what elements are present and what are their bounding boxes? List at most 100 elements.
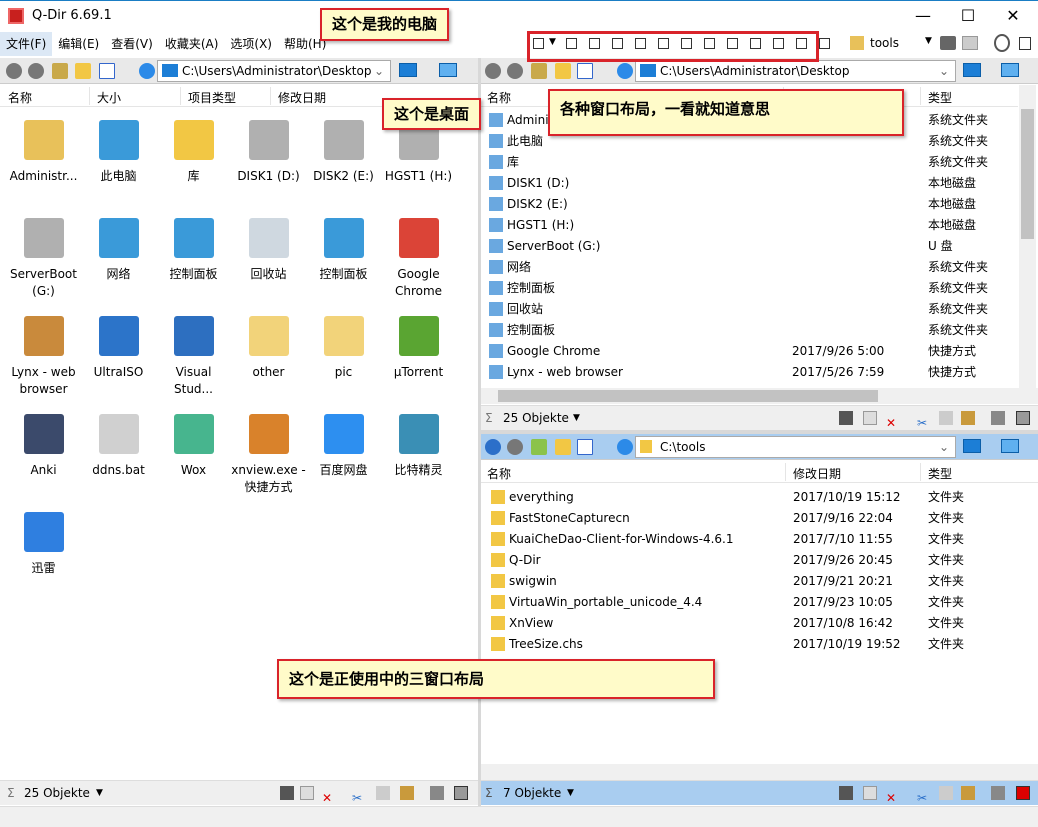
column-separator[interactable]: [89, 87, 90, 105]
object-count[interactable]: 25 Objekte: [24, 781, 90, 805]
forward-icon[interactable]: [507, 63, 523, 79]
print-icon[interactable]: [940, 36, 956, 50]
chevron-down-icon[interactable]: ⌄: [939, 437, 949, 457]
object-count[interactable]: 25 Objekte: [503, 406, 569, 430]
list-row[interactable]: DISK1 (D:) 本地磁盘: [481, 173, 1018, 194]
zoom-icon[interactable]: [994, 34, 1010, 52]
list-row[interactable]: 控制面板 系统文件夹: [481, 278, 1018, 299]
dropdown-icon[interactable]: ▼: [567, 781, 574, 805]
desktop-item[interactable]: pic: [306, 316, 381, 381]
desktop-item[interactable]: UltraISO: [81, 316, 156, 381]
cut-icon[interactable]: ✂: [352, 786, 366, 805]
desktop-item[interactable]: 控制面板: [306, 218, 381, 283]
list-row[interactable]: Q-Dir 2017/9/26 20:45 文件夹: [481, 550, 1038, 571]
properties-icon[interactable]: [962, 36, 978, 50]
layout-button-icon[interactable]: [727, 38, 738, 49]
desktop-item[interactable]: 百度网盘: [306, 414, 381, 479]
desktop-item[interactable]: ddns.bat: [81, 414, 156, 479]
desktop-item[interactable]: 回收站: [231, 218, 306, 283]
list-row[interactable]: 网络 系统文件夹: [481, 257, 1018, 278]
menu-item[interactable]: 文件(F): [0, 32, 53, 56]
list-row[interactable]: TreeSize.chs 2017/10/19 19:52 文件夹: [481, 634, 1038, 655]
my-computer-button[interactable]: [1001, 439, 1019, 453]
menu-item[interactable]: 查看(V): [105, 32, 159, 56]
edit-icon[interactable]: [430, 786, 444, 800]
back-icon[interactable]: [485, 63, 501, 79]
new-folder-icon[interactable]: [555, 63, 571, 79]
list-row[interactable]: swigwin 2017/9/21 20:21 文件夹: [481, 571, 1038, 592]
list-row[interactable]: HGST1 (H:) 本地磁盘: [481, 215, 1018, 236]
up-icon[interactable]: [52, 63, 68, 79]
list-row[interactable]: FastStoneCapturecn 2017/9/16 22:04 文件夹: [481, 508, 1038, 529]
up-icon[interactable]: [531, 439, 547, 455]
desktop-item[interactable]: 迅雷: [6, 512, 81, 577]
desktop-item[interactable]: 此电脑: [81, 120, 156, 185]
rename-icon[interactable]: [300, 786, 314, 800]
object-count[interactable]: 7 Objekte: [503, 781, 561, 805]
list-row[interactable]: KuaiCheDao-Client-for-Windows-4.6.1 2017/…: [481, 529, 1038, 550]
list-row[interactable]: Lynx - web browser 2017/5/26 7:59 快捷方式: [481, 362, 1018, 383]
delete-icon[interactable]: ✕: [322, 786, 336, 805]
view-icon[interactable]: [577, 439, 593, 455]
layout-button-icon[interactable]: [566, 38, 577, 49]
minimize-button[interactable]: —: [900, 1, 946, 31]
rename-icon[interactable]: [863, 411, 877, 425]
desktop-button[interactable]: [963, 439, 981, 453]
paste-icon[interactable]: [400, 786, 414, 800]
column-header[interactable]: 类型: [928, 465, 952, 482]
column-header[interactable]: 修改日期: [793, 465, 841, 482]
list-row[interactable]: 库 系统文件夹: [481, 152, 1018, 173]
select-all-icon[interactable]: [454, 786, 468, 800]
desktop-item[interactable]: Wox: [156, 414, 231, 479]
flash-icon[interactable]: [280, 786, 294, 800]
desktop-item[interactable]: 库: [156, 120, 231, 185]
layout-button-icon[interactable]: [796, 38, 807, 49]
desktop-button[interactable]: [963, 63, 981, 77]
column-header[interactable]: 类型: [928, 89, 952, 106]
my-computer-button[interactable]: [439, 63, 457, 77]
flash-icon[interactable]: [839, 786, 853, 800]
refresh-icon[interactable]: [139, 63, 155, 79]
edit-icon[interactable]: [991, 786, 1005, 800]
new-folder-icon[interactable]: [555, 439, 571, 455]
desktop-item[interactable]: Visual Stud...: [156, 316, 231, 398]
desktop-button[interactable]: [399, 63, 417, 77]
copy-icon[interactable]: [376, 786, 390, 800]
new-folder-icon[interactable]: [75, 63, 91, 79]
desktop-item[interactable]: xnview.exe - 快捷方式: [231, 414, 306, 496]
column-separator[interactable]: [785, 463, 786, 481]
desktop-item[interactable]: 控制面板: [156, 218, 231, 283]
cut-icon[interactable]: ✂: [917, 786, 931, 805]
up-icon[interactable]: [531, 63, 547, 79]
list-row[interactable]: XnView 2017/10/8 16:42 文件夹: [481, 613, 1038, 634]
favorite-tools-button[interactable]: tools: [870, 36, 899, 50]
menu-item[interactable]: 收藏夹(A): [159, 32, 225, 56]
copy-icon[interactable]: [939, 411, 953, 425]
layout-button-icon[interactable]: [681, 38, 692, 49]
column-separator[interactable]: [270, 87, 271, 105]
refresh-icon[interactable]: [617, 63, 633, 79]
horizontal-scrollbar[interactable]: [481, 388, 1038, 404]
layout-button-icon[interactable]: [589, 38, 600, 49]
right-top-path-input[interactable]: C:\Users\Administrator\Desktop ⌄: [635, 60, 956, 82]
desktop-item[interactable]: DISK2 (E:): [306, 120, 381, 185]
list-row[interactable]: Google Chrome 2017/9/26 5:00 快捷方式: [481, 341, 1018, 362]
view-icon[interactable]: [99, 63, 115, 79]
layout-button-icon[interactable]: [819, 38, 830, 49]
maximize-button[interactable]: ☐: [945, 1, 991, 31]
column-header[interactable]: 名称: [8, 89, 32, 106]
column-header[interactable]: 名称: [487, 465, 511, 482]
column-header[interactable]: 项目类型: [188, 89, 236, 106]
left-path-input[interactable]: C:\Users\Administrator\Desktop ⌄: [157, 60, 391, 82]
layout-button-icon[interactable]: [704, 38, 715, 49]
select-all-icon[interactable]: [1016, 786, 1030, 800]
desktop-item[interactable]: Google Chrome: [381, 218, 456, 300]
layout-button-icon[interactable]: [533, 38, 544, 49]
column-separator[interactable]: [180, 87, 181, 105]
column-header[interactable]: 名称: [487, 89, 511, 106]
layout-dropdown-icon[interactable]: ▼: [549, 37, 556, 47]
forward-icon[interactable]: [507, 439, 523, 455]
right-bottom-path-input[interactable]: C:\tools ⌄: [635, 436, 956, 458]
list-row[interactable]: 控制面板 系统文件夹: [481, 320, 1018, 341]
desktop-item[interactable]: other: [231, 316, 306, 381]
